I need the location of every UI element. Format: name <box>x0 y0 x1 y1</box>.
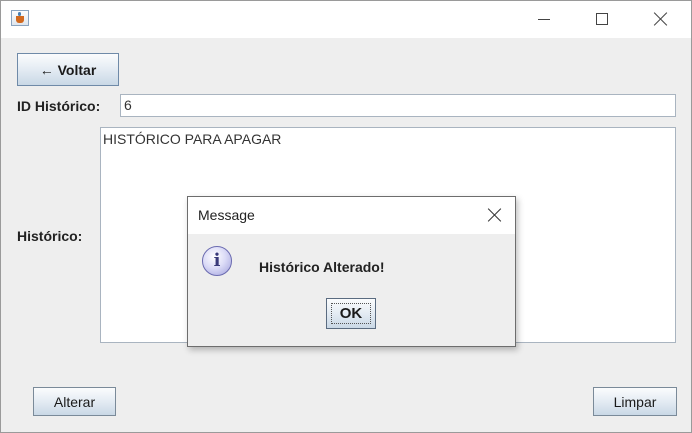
info-icon: i <box>202 246 232 276</box>
id-historico-label: ID Histórico: <box>17 98 101 114</box>
close-icon <box>653 11 669 27</box>
historico-label: Histórico: <box>17 228 83 244</box>
dialog-title: Message <box>198 207 255 223</box>
maximize-icon <box>596 13 608 25</box>
id-historico-field[interactable]: 6 <box>120 94 676 117</box>
limpar-button[interactable]: Limpar <box>593 387 677 416</box>
message-dialog: Message i Histórico Alterado! OK <box>187 196 516 347</box>
minimize-button[interactable] <box>521 1 567 38</box>
dialog-title-bar[interactable]: Message <box>188 197 515 234</box>
java-cup-icon <box>11 10 29 26</box>
minimize-icon <box>538 19 550 20</box>
back-button[interactable]: ← Voltar <box>17 53 119 86</box>
dialog-close-icon[interactable] <box>487 207 503 223</box>
ok-button[interactable]: OK <box>326 298 376 329</box>
alterar-button[interactable]: Alterar <box>33 387 116 416</box>
ok-button-label: OK <box>330 303 372 324</box>
close-button[interactable] <box>637 1 683 38</box>
title-bar[interactable] <box>1 1 691 38</box>
dialog-message: Histórico Alterado! <box>259 259 385 275</box>
maximize-button[interactable] <box>579 1 625 38</box>
